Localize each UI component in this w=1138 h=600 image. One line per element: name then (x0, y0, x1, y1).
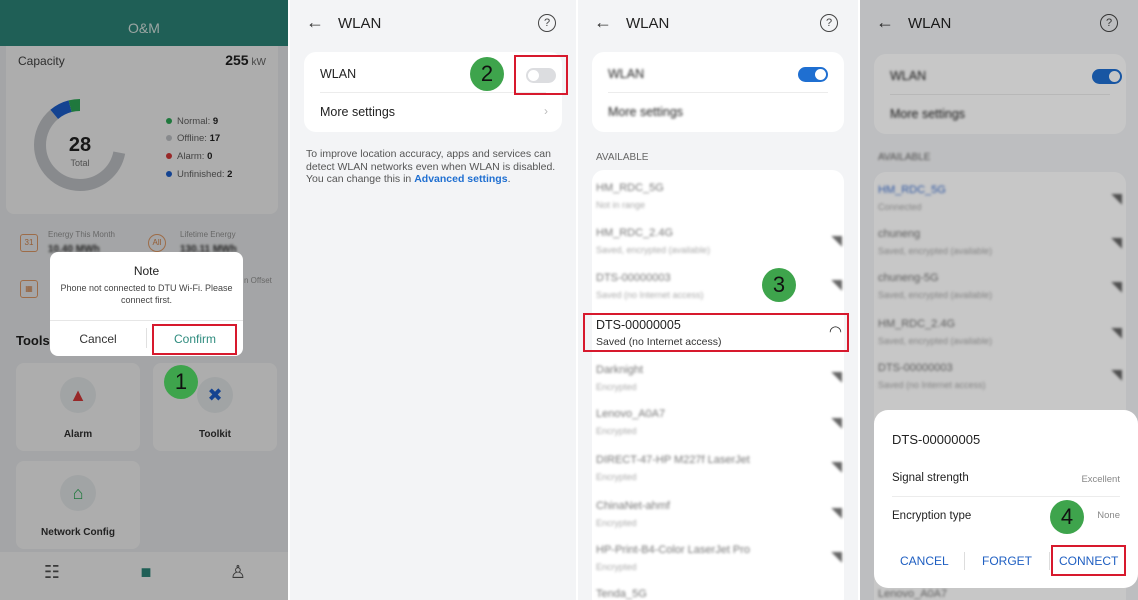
available-section-label: AVAILABLE (596, 152, 649, 163)
help-icon[interactable]: ? (538, 14, 556, 32)
network-name[interactable]: HP-Print-B4-Color LaserJet Pro (596, 544, 750, 556)
top-bar: ← WLAN ? (290, 12, 576, 40)
network-name[interactable]: HM_RDC_2.4G (596, 227, 673, 239)
top-bar: ← WLAN ? (578, 12, 858, 40)
wifi-icon: ◥ (831, 276, 842, 292)
divider (964, 552, 965, 570)
wlan-label: WLAN (608, 67, 645, 81)
highlight-connect (1051, 545, 1126, 576)
divider (1049, 552, 1050, 570)
advanced-settings-link[interactable]: Advanced settings (414, 173, 507, 185)
cancel-button[interactable]: Cancel (50, 322, 146, 356)
more-settings-item[interactable]: More settings (320, 105, 395, 119)
network-name[interactable]: Darknight (596, 364, 643, 376)
wifi-icon: ◥ (831, 504, 842, 520)
highlight-confirm (152, 324, 237, 355)
location-info-text: To improve location accuracy, apps and s… (306, 148, 556, 185)
network-status: Not in range (596, 200, 646, 210)
wifi-icon: ◥ (831, 368, 842, 384)
network-status: Saved, encrypted (available) (596, 245, 711, 255)
highlight-toggle (514, 55, 568, 95)
network-name[interactable]: HM_RDC_5G (596, 182, 664, 194)
network-name[interactable]: ChinaNet-ahmf (596, 500, 670, 512)
network-name[interactable]: DIRECT-47-HP M227f LaserJet (596, 454, 750, 466)
step-badge-4: 4 (1050, 500, 1084, 534)
help-icon[interactable]: ? (820, 14, 838, 32)
dialog-message: Phone not connected to DTU Wi-Fi. Please… (60, 283, 233, 305)
cancel-button[interactable]: CANCEL (900, 554, 949, 568)
sheet-title: DTS-00000005 (892, 432, 981, 447)
more-settings-item[interactable]: More settings (608, 105, 683, 119)
divider (608, 92, 828, 93)
network-name[interactable]: DTS-00000003 (596, 272, 671, 284)
network-status: Saved (no Internet access) (596, 290, 704, 300)
forget-button[interactable]: FORGET (982, 554, 1032, 568)
highlight-network (583, 313, 849, 352)
wifi-icon: ◥ (831, 232, 842, 248)
page-title: WLAN (338, 15, 382, 32)
wlan-screen-off: ← WLAN ? WLAN More settings › To improve… (290, 0, 576, 600)
network-status: Encrypted (596, 382, 637, 392)
step-badge-3: 3 (762, 268, 796, 302)
network-status: Encrypted (596, 472, 637, 482)
divider (892, 496, 1120, 497)
encryption-type-value: None (1097, 510, 1120, 521)
signal-strength-value: Excellent (1081, 474, 1120, 485)
wifi-icon: ◥ (831, 458, 842, 474)
divider (50, 320, 243, 321)
encryption-type-label: Encryption type (892, 510, 972, 522)
divider (320, 92, 546, 93)
chevron-right-icon: › (544, 104, 548, 118)
wlan-label: WLAN (320, 67, 357, 81)
network-status: Encrypted (596, 426, 637, 436)
back-arrow-icon[interactable]: ← (594, 12, 612, 33)
network-name[interactable]: Tenda_5G (596, 588, 647, 600)
wlan-toggle[interactable] (798, 67, 828, 82)
network-status: Encrypted (596, 562, 637, 572)
wlan-screen-list: ← WLAN ? WLAN More settings AVAILABLE HM… (578, 0, 858, 600)
wlan-settings-card: WLAN More settings (592, 52, 844, 132)
signal-strength-label: Signal strength (892, 472, 969, 484)
back-arrow-icon[interactable]: ← (306, 12, 324, 33)
dialog-title: Note (133, 264, 160, 278)
network-name[interactable]: Lenovo_A0A7 (596, 408, 665, 420)
wifi-icon: ◥ (831, 548, 842, 564)
network-status: Encrypted (596, 518, 637, 528)
step-badge-1: 1 (164, 365, 198, 399)
wlan-screen-connect: ← WLAN ? WLAN More settings AVAILABLE HM… (860, 0, 1138, 600)
step-badge-2: 2 (470, 57, 504, 91)
om-app-screen: O&M Capacity 255 kW 28 Total Normal: 9 Of… (0, 0, 288, 600)
wifi-icon: ◥ (831, 414, 842, 430)
page-title: WLAN (626, 15, 670, 32)
